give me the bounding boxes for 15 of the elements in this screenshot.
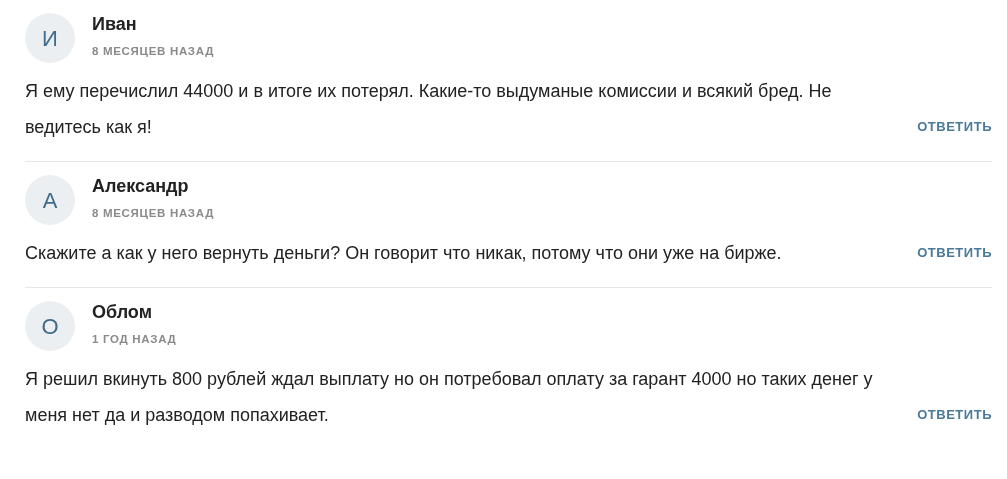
comment-text: Я решил вкинуть 800 рублей ждал выплату но он потребовал оплату за гарант 4000 но таких денег у меня нет да и разводом попахивает. <box>25 368 874 427</box>
avatar: О <box>25 301 75 351</box>
reply-link[interactable]: ОТВЕТИТЬ <box>917 404 992 433</box>
reply-link[interactable]: ОТВЕТИТЬ <box>917 242 992 271</box>
comment-text: Скажите а как у него вернуть деньги? Он говорит что никак, потому что они уже на бирже. <box>25 242 782 265</box>
comment-time: 8 МЕСЯЦЕВ НАЗАД <box>92 206 215 221</box>
comment-time: 1 ГОД НАЗАД <box>92 332 177 347</box>
author-name: Александр <box>92 175 190 197</box>
avatar: А <box>25 175 75 225</box>
reply-link[interactable]: ОТВЕТИТЬ <box>917 116 992 145</box>
comment-time: 8 МЕСЯЦЕВ НАЗАД <box>92 44 215 59</box>
comment-text: Я ему перечислил 44000 и в итоге их потерял. Какие-то выдуманые комиссии и всякий бред. Не ведитесь как я! <box>25 80 833 139</box>
avatar: И <box>25 13 75 63</box>
author-name: Облом <box>92 301 153 323</box>
author-name: Иван <box>92 13 138 35</box>
